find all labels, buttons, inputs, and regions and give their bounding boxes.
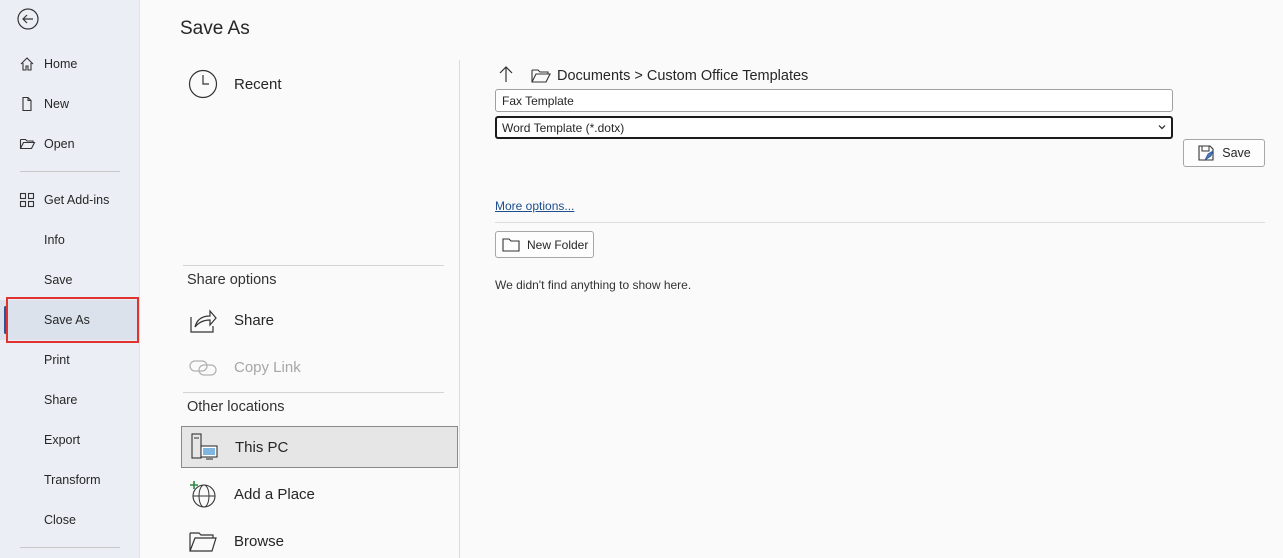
- other-locations-header: Other locations: [187, 399, 285, 415]
- panel-divider: [495, 222, 1265, 223]
- nav-item-label: Get Add-ins: [44, 193, 110, 207]
- share-arrow-icon: [187, 304, 219, 336]
- nav-divider: [20, 547, 120, 548]
- section-divider: [183, 265, 444, 266]
- nav-item-label: Home: [44, 57, 78, 71]
- save-button[interactable]: Save: [1183, 139, 1265, 167]
- clock-icon: [187, 68, 219, 100]
- nav-item-open[interactable]: Open: [0, 124, 139, 164]
- nav-item-label: Transform: [44, 473, 101, 487]
- add-ins-grid-icon: [18, 191, 36, 209]
- location-label: Copy Link: [234, 358, 301, 376]
- new-document-icon: [18, 95, 36, 113]
- nav-divider: [20, 171, 120, 172]
- globe-add-icon: [187, 478, 219, 510]
- folder-icon: [187, 525, 219, 557]
- new-folder-label: New Folder: [527, 237, 589, 252]
- nav-item-label: Open: [44, 137, 75, 151]
- link-icon: [187, 351, 219, 383]
- nav-item-export[interactable]: Export: [0, 420, 139, 460]
- empty-folder-message: We didn't find anything to show here.: [495, 278, 692, 292]
- nav-item-label: Share: [44, 393, 78, 407]
- arrow-up-icon: [498, 65, 514, 88]
- nav-item-home[interactable]: Home: [0, 44, 139, 84]
- breadcrumb-path[interactable]: Documents > Custom Office Templates: [557, 68, 808, 84]
- folder-icon: [502, 237, 522, 253]
- location-label: Share: [234, 311, 275, 329]
- nav-item-print[interactable]: Print: [0, 340, 139, 380]
- nav-item-label: Close: [44, 513, 76, 527]
- nav-item-new[interactable]: New: [0, 84, 139, 124]
- location-label: Recent: [234, 75, 282, 93]
- location-label: Add a Place: [234, 485, 315, 503]
- back-arrow-icon: [17, 7, 39, 35]
- location-browse[interactable]: Browse: [181, 520, 458, 558]
- location-copy-link: Copy Link: [181, 346, 458, 388]
- chevron-down-icon: [1158, 122, 1166, 132]
- nav-item-get-add-ins[interactable]: Get Add-ins: [0, 180, 139, 220]
- share-options-header: Share options: [187, 272, 277, 288]
- open-folder-icon: [531, 67, 551, 85]
- nav-item-save-as[interactable]: Save As: [0, 300, 139, 340]
- up-folder-button[interactable]: [495, 65, 517, 87]
- nav-item-label: Print: [44, 353, 70, 367]
- more-options-link[interactable]: More options...: [495, 199, 574, 213]
- save-button-label: Save: [1222, 146, 1251, 160]
- nav-item-info[interactable]: Info: [0, 220, 139, 260]
- location-share[interactable]: Share: [181, 299, 458, 341]
- nav-item-label: Save: [44, 273, 73, 287]
- nav-item-label: Info: [44, 233, 65, 247]
- new-folder-button[interactable]: New Folder: [495, 231, 594, 258]
- nav-item-save[interactable]: Save: [0, 260, 139, 300]
- nav-item-transform[interactable]: Transform: [0, 460, 139, 500]
- nav-item-label: New: [44, 97, 70, 111]
- section-divider: [183, 392, 444, 393]
- file-type-value: Word Template (*.dotx): [502, 120, 625, 135]
- path-bar: Documents > Custom Office Templates: [495, 64, 808, 88]
- file-type-select[interactable]: Word Template (*.dotx): [495, 116, 1173, 139]
- home-icon: [18, 55, 36, 73]
- filename-input[interactable]: [495, 89, 1173, 112]
- nav-item-label: Save As: [44, 313, 90, 327]
- location-recent[interactable]: Recent: [181, 63, 458, 105]
- location-label: Browse: [234, 532, 285, 550]
- nav-item-share[interactable]: Share: [0, 380, 139, 420]
- location-add-a-place[interactable]: Add a Place: [181, 473, 458, 515]
- page-title: Save As: [180, 18, 250, 39]
- nav-item-label: Export: [44, 433, 81, 447]
- back-button[interactable]: [16, 7, 40, 35]
- open-folder-icon: [18, 135, 36, 153]
- location-this-pc[interactable]: This PC: [181, 426, 458, 468]
- backstage-nav: Home New Open Get Add-ins Info Save Save…: [0, 0, 140, 558]
- save-disk-icon: [1197, 144, 1215, 162]
- locations-column: Recent Share options Share Copy Link Oth…: [180, 60, 460, 558]
- location-label: This PC: [235, 438, 289, 456]
- this-pc-icon: [188, 431, 220, 463]
- nav-item-close[interactable]: Close: [0, 500, 139, 540]
